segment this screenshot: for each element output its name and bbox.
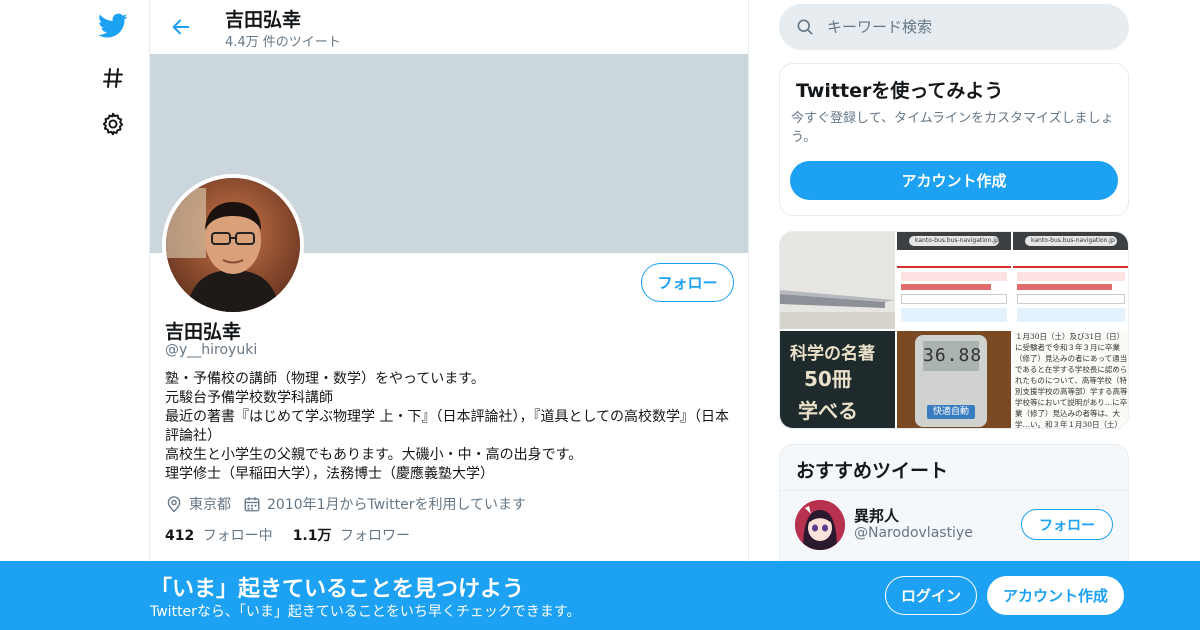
followers-label: フォロワー	[339, 528, 410, 544]
recommended-user-handle: @Narodovlastiye	[854, 525, 973, 541]
joined-text: 2010年1月からTwitterを利用しています	[267, 497, 527, 513]
profile-bio: 塾・予備校の講師（物理・数学）をやっています。 元駿台予備学校数学科講師 最近の…	[165, 371, 730, 482]
signup-card: Twitterを使ってみよう 今すぐ登録して、タイムラインをカスタマイズしましょ…	[779, 63, 1129, 216]
recommended-tweets-card: おすすめツイート 異邦人 @Narodovlastiye フォロー	[779, 444, 1129, 574]
media-tile-book-cover[interactable]: 科学の名著 50冊 学べる	[780, 331, 895, 428]
thermometer-reading: 36.88	[923, 341, 981, 371]
profile-meta: 東京都 2010年1月からTwitterを利用しています	[165, 494, 538, 514]
explore-button[interactable]	[88, 58, 138, 98]
signup-bottom-bar: 「いま」起きていることを見つけよう Twitterなら、「いま」起きていることを…	[0, 561, 1200, 630]
followers-count: 1.1万	[292, 528, 332, 544]
twitter-logo-button[interactable]	[88, 6, 138, 46]
calendar-icon	[244, 497, 260, 512]
following-label: フォロー中	[202, 528, 273, 544]
joined-item: 2010年1月からTwitterを利用しています	[243, 494, 526, 514]
header-display-name: 吉田弘幸	[225, 9, 302, 31]
recommended-user-name[interactable]: 異邦人	[854, 505, 899, 526]
media-tile-bus-navigation-2[interactable]: kanto-bus.bus-navigation.jp	[1013, 232, 1128, 329]
bus-url-2: kanto-bus.bus-navigation.jp	[1025, 236, 1117, 246]
media-tile-bus-navigation-1[interactable]: kanto-bus.bus-navigation.jp	[897, 232, 1011, 329]
media-tile-document[interactable]: １月30日（土）及び31日（日）に受験者で令和３年３月に卒業（修了）見込みの者に…	[1013, 331, 1128, 429]
hashtag-icon	[103, 68, 123, 88]
media-tile-laptop[interactable]	[780, 232, 895, 329]
search-input[interactable]	[827, 18, 1097, 36]
avatar-photo	[166, 178, 300, 312]
book-title-line1: 科学の名著	[790, 344, 875, 364]
followers-link[interactable]: 1.1万 フォロワー	[293, 525, 410, 545]
search-icon	[797, 19, 813, 35]
bottom-bar-title: 「いま」起きていることを見つけよう	[150, 577, 525, 602]
left-navigation	[80, 0, 150, 630]
profile-avatar[interactable]	[162, 174, 304, 316]
laptop-image	[780, 232, 895, 329]
following-count: 412	[165, 528, 195, 544]
location-item: 東京都	[165, 494, 231, 514]
twitter-bird-icon	[98, 13, 128, 38]
recommended-title: おすすめツイート	[796, 460, 949, 482]
thermometer-button-label: 快適自動	[927, 405, 975, 419]
document-text: １月30日（土）及び31日（日）に受験者で令和３年３月に卒業（修了）見込みの者に…	[1015, 332, 1128, 429]
media-tile-thermometer[interactable]: 36.88 快適自動	[897, 331, 1011, 428]
gear-icon	[102, 112, 124, 136]
profile-display-name: 吉田弘幸	[165, 321, 242, 343]
header-tweet-count: 4.4万 件のツイート	[225, 35, 341, 50]
arrow-left-icon	[172, 19, 190, 35]
twitter-profile-page: 吉田弘幸 4.4万 件のツイート フォロー 吉田弘幸 @y__hiroyuki …	[0, 0, 1200, 630]
profile-handle: @y__hiroyuki	[165, 342, 258, 358]
create-account-button[interactable]: アカウント作成	[790, 161, 1118, 200]
follow-button[interactable]: フォロー	[641, 263, 734, 302]
settings-button[interactable]	[88, 104, 138, 144]
signup-card-text: 今すぐ登録して、タイムラインをカスタマイズしましょう。	[791, 111, 1114, 145]
profile-stats: 412 フォロー中 1.1万 フォロワー	[165, 525, 430, 545]
anime-avatar-image	[795, 500, 845, 550]
location-pin-icon	[167, 496, 181, 513]
profile-column: 吉田弘幸 4.4万 件のツイート フォロー 吉田弘幸 @y__hiroyuki …	[149, 0, 749, 630]
divider	[780, 490, 1128, 491]
signup-card-title: Twitterを使ってみよう	[796, 80, 1004, 102]
profile-header: 吉田弘幸 4.4万 件のツイート	[150, 0, 748, 54]
login-button[interactable]: ログイン	[885, 576, 977, 615]
book-title-line2: 50冊	[804, 367, 852, 391]
back-button[interactable]	[164, 10, 198, 44]
recommended-follow-button[interactable]: フォロー	[1021, 509, 1113, 540]
book-title-line3: 学べる	[798, 399, 858, 423]
media-grid: kanto-bus.bus-navigation.jp kanto-bus.bu…	[779, 231, 1129, 429]
bottom-bar-subtitle: Twitterなら、「いま」起きていることをいち早くチェックできます。	[150, 604, 581, 620]
following-link[interactable]: 412 フォロー中	[165, 525, 273, 545]
recommended-user-avatar[interactable]	[795, 500, 845, 550]
bottom-create-account-button[interactable]: アカウント作成	[987, 576, 1124, 615]
bus-url-1: kanto-bus.bus-navigation.jp	[909, 236, 999, 246]
search-box[interactable]	[779, 4, 1129, 50]
location-text: 東京都	[189, 497, 231, 513]
